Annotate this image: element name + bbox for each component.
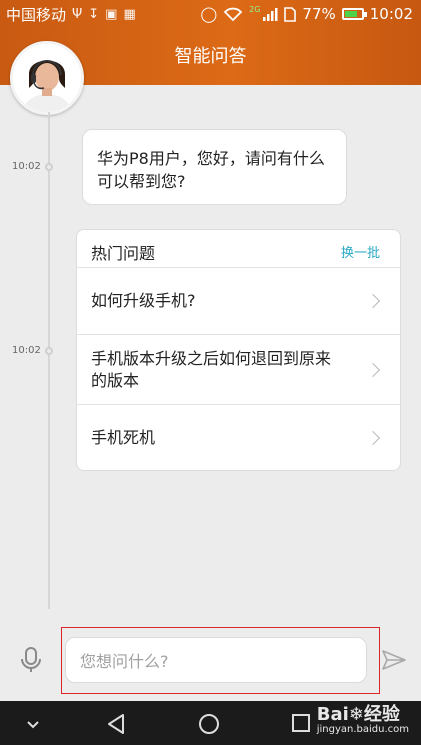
car-icon: ▣	[105, 6, 118, 22]
hot-question-text-cont: 的版本	[91, 371, 140, 390]
hot-questions-header: 热门问题 换一批	[77, 230, 400, 268]
hot-question-item[interactable]: 如何升级手机?	[77, 268, 400, 335]
paw-icon: ❄	[348, 704, 364, 725]
back-icon[interactable]	[106, 713, 126, 735]
timeline	[48, 112, 50, 609]
hot-question-item[interactable]: 手机版本升级之后如何退回到原来 的版本	[77, 335, 400, 405]
usb-icon: Ψ	[72, 6, 83, 22]
chevron-right-icon	[365, 293, 381, 309]
recent-apps-icon[interactable]	[291, 713, 311, 733]
hot-question-text: 手机死机	[91, 428, 156, 447]
message-input[interactable]	[80, 649, 350, 673]
hot-question-text: 如何升级手机?	[91, 291, 196, 310]
battery-percent: 77%	[302, 5, 336, 23]
baidu-jingyan-watermark: Bai❄经验 jingyan.baidu.com	[317, 700, 409, 735]
message-time: 10:02	[12, 161, 41, 172]
chevron-right-icon	[365, 430, 381, 446]
battery-icon	[341, 8, 367, 20]
signal-icon	[263, 8, 278, 21]
hide-nav-icon[interactable]	[26, 720, 40, 730]
hot-question-text: 手机版本升级之后如何退回到原来	[91, 349, 332, 368]
watermark-url: jingyan.baidu.com	[316, 724, 409, 735]
refresh-questions-button[interactable]: 换一批	[341, 242, 380, 261]
timeline-dot	[45, 163, 53, 171]
chevron-right-icon	[365, 362, 381, 378]
hot-questions-title: 热门问题	[91, 244, 156, 263]
sim-icon	[284, 6, 297, 22]
message-input-box[interactable]	[65, 637, 367, 683]
timeline-dot	[45, 347, 53, 355]
download-icon: ↧	[88, 6, 100, 22]
send-icon[interactable]	[381, 648, 407, 672]
agent-avatar	[10, 41, 84, 115]
network-type-label: 2G	[249, 4, 261, 14]
home-icon[interactable]	[198, 713, 220, 735]
hot-questions-time: 10:02	[12, 345, 41, 356]
watermark-brand: Bai	[316, 704, 349, 725]
hot-questions-card: 热门问题 换一批 如何升级手机? 手机版本升级之后如何退回到原来 的版本 手机死…	[76, 229, 401, 471]
status-bar: 中国移动 Ψ ↧ ▣ ▦ ◯ 2G 77% 10:02	[0, 0, 421, 28]
watermark-suffix: 经验	[363, 704, 400, 725]
greeting-text-line2: 可以帮到您?	[97, 172, 186, 191]
status-time: 10:02	[369, 5, 413, 23]
greeting-bubble: 华为P8用户，您好，请问有什么 可以帮到您?	[82, 129, 347, 205]
microphone-icon[interactable]	[19, 646, 43, 674]
hot-question-item[interactable]: 手机死机	[77, 405, 400, 470]
carrier-name: 中国移动	[6, 5, 67, 24]
image-icon: ▦	[123, 6, 136, 22]
greeting-text-line1: 华为P8用户，您好，请问有什么	[97, 149, 325, 168]
alarm-icon: ◯	[200, 5, 218, 23]
wifi-icon	[223, 7, 243, 21]
